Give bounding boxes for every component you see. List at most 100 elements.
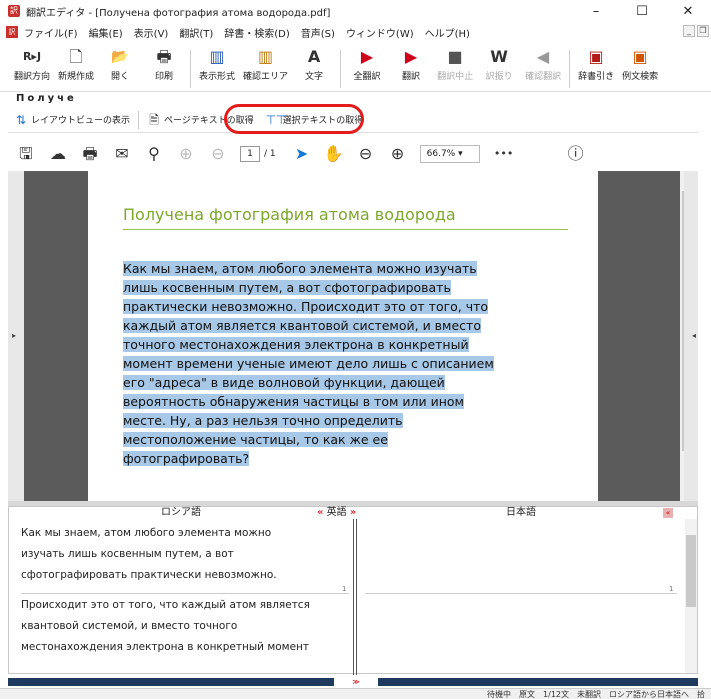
paragraph-line: точного местонахождения электрона в конк… (123, 337, 469, 352)
status-direction: ロシア語から日本語へ (609, 689, 689, 699)
page-number-input[interactable]: 1 (240, 146, 260, 162)
interlinear-button[interactable]: W 訳振り (481, 46, 517, 82)
print-label: 印刷 (155, 72, 174, 82)
paragraph-line: вероятность обнаружения частицы в том ил… (123, 394, 464, 409)
print-icon[interactable]: 🖶 (80, 144, 100, 164)
paragraph-line: каждый атом является квантовой системой,… (123, 318, 481, 333)
title-bar: 訳 翻訳エディタ - [Получена фотография атома во… (0, 0, 711, 22)
zoom-out-icon[interactable]: ⊖ (356, 144, 376, 164)
zoom-in-icon[interactable]: ⊕ (388, 144, 408, 164)
pane-scrollbar[interactable] (685, 519, 697, 673)
main-toolbar: R▸J 翻訳方向 🗋 新規作成 📂 開く 🖶 印刷 ▥ 表示形式 ▥ 確認エリア… (0, 42, 711, 92)
window-title: 翻訳エディタ - [Получена фотография атома водо… (26, 7, 331, 19)
upload-cloud-icon[interactable]: ☁ (48, 144, 68, 164)
target-language-header: 日本語 (506, 507, 536, 518)
mdi-restore-button[interactable]: ❐ (697, 25, 709, 37)
page-total: / 1 (264, 149, 276, 159)
dictionary-icon: ▣ (588, 47, 604, 66)
confirm-translation-button[interactable]: ◀ 確認翻訳 (525, 46, 561, 82)
maximize-button[interactable]: ☐ (619, 0, 665, 22)
font-button[interactable]: A 文字 (296, 46, 332, 82)
display-format-button[interactable]: ▥ 表示形式 (199, 46, 235, 82)
page-down-icon[interactable]: ⊖ (208, 144, 228, 164)
dictionary-lookup-button[interactable]: ▣ 辞書引き (578, 46, 614, 82)
menu-window[interactable]: ウィンドウ(W) (346, 25, 414, 40)
viewer-divider (138, 110, 140, 129)
example-search-button[interactable]: ▣ 例文検索 (622, 46, 658, 82)
toolbar-divider (569, 50, 571, 88)
layout-icon: ▥ (209, 47, 225, 66)
translate-all-button[interactable]: ▶ 全翻訳 (349, 46, 385, 82)
mdi-minimize-button[interactable]: _ (683, 25, 695, 37)
menu-voice[interactable]: 音声(S) (301, 25, 335, 40)
title-underline (123, 229, 568, 230)
pdf-toolbar: 🖫 ☁ 🖶 ✉ ⚲ ⊕ ⊖ 1 / 1 ➤ ✋ ⊖ ⊕ 66.7% ▾ ••• … (8, 138, 698, 170)
menu-view[interactable]: 表示(V) (134, 25, 169, 40)
document-tab[interactable]: Получе (0, 92, 711, 105)
help-icon[interactable]: ⓘ (566, 144, 586, 164)
confirm-area-button[interactable]: ▥ 確認エリア (243, 46, 288, 82)
expand-left-icon[interactable]: ▸ (12, 331, 16, 340)
font-label: 文字 (305, 72, 324, 82)
paragraph-line: месте. Ну, а раз нельзя точно определить (123, 413, 403, 428)
source-segment-2[interactable]: Происходит это от того, что каждый атом … (21, 595, 351, 658)
stop-translation-label: 翻訳中止 (437, 72, 474, 82)
confirm-translation-icon: ◀ (536, 47, 550, 66)
translation-direction-button[interactable]: R▸J 翻訳方向 (14, 46, 50, 82)
close-button[interactable]: ✕ (665, 0, 711, 22)
paragraph-line: лишь косвенным путем, а вот сфотографиро… (123, 280, 451, 295)
collapse-pane-icon[interactable]: « (663, 508, 673, 518)
search-icon[interactable]: ⚲ (144, 144, 164, 164)
more-options-icon[interactable]: ••• (494, 144, 514, 164)
new-button[interactable]: 🗋 新規作成 (58, 46, 94, 82)
confirm-area-label: 確認エリア (243, 72, 289, 82)
open-button[interactable]: 📂 開く (102, 46, 138, 82)
paragraph-line: Как мы знаем, атом любого элемента можно… (123, 261, 477, 276)
bottom-panel-bar: ≫ (8, 678, 698, 686)
mail-icon[interactable]: ✉ (112, 144, 132, 164)
document-icon: 訳 (6, 26, 18, 38)
minimize-button[interactable]: – (573, 0, 619, 22)
expand-right-icon[interactable]: ◂ (692, 331, 696, 340)
paragraph-line: практически невозможно. Происходит это о… (123, 299, 489, 314)
zoom-select[interactable]: 66.7% ▾ (419, 145, 480, 163)
translate-button[interactable]: ▶ 翻訳 (393, 46, 429, 82)
source-segment-1[interactable]: Как мы знаем, атом любого элемента можно… (21, 523, 351, 586)
menu-dictionary[interactable]: 辞書・検索(D) (224, 25, 290, 40)
stop-translation-button[interactable]: ■ 翻訳中止 (437, 46, 473, 82)
translate-icon: ▶ (404, 47, 418, 66)
layout-preview-button[interactable]: ⇅ レイアウトビューの表示 (14, 113, 130, 127)
page-up-icon[interactable]: ⊕ (176, 144, 196, 164)
status-extra: 拾 (697, 689, 705, 699)
open-label: 開く (111, 72, 130, 82)
toolbar-divider (340, 50, 342, 88)
status-sentence: 1/12文 (543, 689, 569, 699)
target-segment-divider (365, 593, 677, 594)
print-button[interactable]: 🖶 印刷 (146, 46, 182, 82)
menu-help[interactable]: ヘルプ(H) (425, 25, 470, 40)
source-line: местонахождения электрона в конкретный м… (21, 641, 310, 653)
confirm-translation-label: 確認翻訳 (525, 72, 562, 82)
source-line: изучать лишь косвенным путем, а вот (21, 548, 234, 560)
switch-right-arrow[interactable]: » (350, 507, 356, 518)
interlinear-label: 訳振り (485, 72, 513, 82)
printer-icon: 🖶 (156, 47, 172, 66)
pane-column-divider[interactable] (353, 519, 357, 675)
collapse-bottom-icon[interactable]: ≫ (334, 678, 378, 686)
menu-file[interactable]: ファイル(F) (24, 25, 78, 40)
source-line: Как мы знаем, атом любого элемента можно (21, 527, 272, 539)
layout-preview-label: レイアウトビューの表示 (31, 116, 131, 126)
dictionary-lookup-label: 辞書引き (578, 72, 615, 82)
save-icon[interactable]: 🖫 (16, 144, 36, 164)
hand-tool-icon[interactable]: ✋ (324, 144, 344, 164)
menu-translate[interactable]: 翻訳(T) (179, 25, 213, 40)
source-line: квантовой системой, и вместо точного (21, 620, 238, 632)
document-title: Получена фотография атома водорода (123, 205, 456, 224)
pivot-language-switch[interactable]: « 英語 » (317, 507, 356, 519)
switch-left-arrow[interactable]: « (317, 507, 323, 518)
menu-edit[interactable]: 編集(E) (89, 25, 123, 40)
pane-scroll-thumb[interactable] (686, 535, 696, 607)
select-cursor-icon[interactable]: ➤ (292, 144, 312, 164)
source-line: сфотографировать практически невозможно. (21, 569, 277, 581)
selected-paragraph[interactable]: Как мы знаем, атом любого элемента можно… (123, 259, 568, 468)
